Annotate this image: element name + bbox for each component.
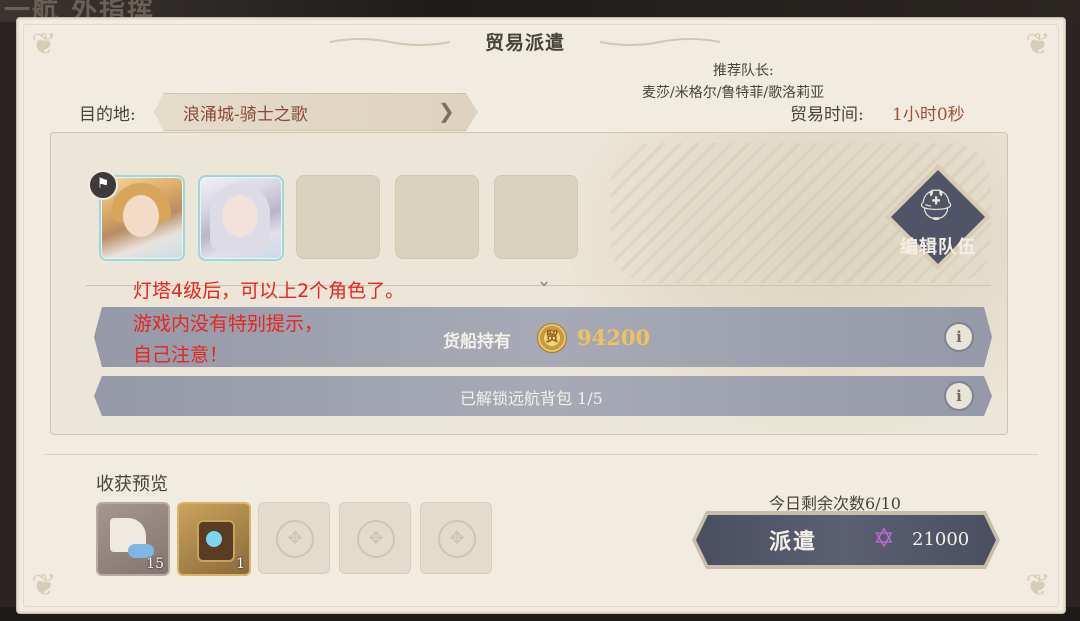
team-slot-3[interactable] xyxy=(296,175,380,259)
compass-gem xyxy=(206,531,222,547)
trade-time-label: 贸易时间: xyxy=(790,105,864,125)
annotation-line-3: 自己注意！ xyxy=(133,344,229,366)
chevron-down-icon[interactable]: ⌄ xyxy=(532,270,556,294)
backpack-info-icon[interactable]: i xyxy=(946,383,972,409)
harvest-item-empty: ✥ xyxy=(258,502,330,574)
empty-slot-ornament-icon: ✥ xyxy=(438,520,476,558)
cargo-info-icon[interactable]: i xyxy=(946,324,972,350)
dispatch-cost: 21000 xyxy=(912,529,970,550)
title-ornament-right-icon xyxy=(600,38,720,46)
hero-portrait-face xyxy=(123,195,159,237)
cargo-value: 94200 xyxy=(577,325,651,350)
section-separator xyxy=(44,454,1038,455)
annotation-line-2: 游戏内没有特别提示， xyxy=(133,313,324,335)
empty-slot-ornament-icon: ✥ xyxy=(276,520,314,558)
item-count: 1 xyxy=(236,556,245,572)
recommended-leader-label: 推荐队长: xyxy=(713,63,774,79)
edit-team-label[interactable]: 编辑队伍 xyxy=(892,233,984,259)
corner-ornament-icon: ❦ xyxy=(1025,568,1051,603)
team-slot-2[interactable] xyxy=(198,175,284,261)
corner-ornament-icon: ❦ xyxy=(1025,27,1051,62)
recommended-leader-value: 麦莎/米格尔/鲁特菲/歌洛莉亚 xyxy=(642,85,825,101)
corner-ornament-icon: ❦ xyxy=(31,27,57,62)
trade-coin-icon: 贸 xyxy=(537,323,567,353)
chevron-right-icon[interactable]: ❯ xyxy=(438,99,455,123)
harvest-item-sail[interactable]: 15 xyxy=(96,502,170,576)
hero-portrait-face xyxy=(222,195,258,237)
dialog-header: 贸易派遣 xyxy=(300,22,750,62)
remaining-count: 今日剩余次数6/10 xyxy=(769,494,901,513)
destination-value[interactable]: 浪涌城-骑士之歌 xyxy=(183,100,308,125)
annotation-line-1: 灯塔4级后，可以上2个角色了。 xyxy=(133,280,405,302)
harvest-item-compass[interactable]: 1 xyxy=(177,502,251,576)
trade-time-value: 1小时0秒 xyxy=(892,105,965,125)
star-crystal-icon: ✡ xyxy=(873,524,895,554)
team-slot-5[interactable] xyxy=(494,175,578,259)
dispatch-label[interactable]: 派遣 xyxy=(769,524,817,556)
corner-ornament-icon: ❦ xyxy=(31,568,57,603)
destination-label: 目的地: xyxy=(79,105,136,125)
item-count: 15 xyxy=(146,556,164,572)
leader-flag-icon: ⚑ xyxy=(88,170,118,200)
harvest-preview-label: 收获预览 xyxy=(96,474,168,495)
knight-helmet-icon[interactable]: ⛑ xyxy=(917,188,955,223)
empty-slot-ornament-icon: ✥ xyxy=(357,520,395,558)
harvest-item-empty: ✥ xyxy=(420,502,492,574)
cargo-label: 货船持有 xyxy=(443,332,511,352)
harvest-item-empty: ✥ xyxy=(339,502,411,574)
backpack-label: 已解锁远航背包 1/5 xyxy=(460,389,603,408)
team-slot-4[interactable] xyxy=(395,175,479,259)
